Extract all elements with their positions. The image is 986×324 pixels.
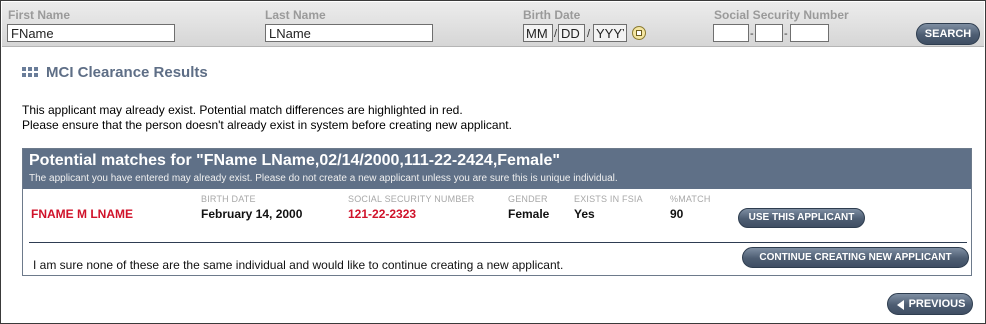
date-separator: / (587, 28, 591, 40)
column-header-ssn: SOCIAL SECURITY NUMBER (348, 194, 475, 204)
use-this-applicant-button[interactable]: USE THIS APPLICANT (738, 208, 865, 228)
results-panel: Potential matches for "FName LName,02/14… (22, 148, 972, 276)
intro-line-2: Please ensure that the person doesn't al… (22, 118, 512, 132)
match-ssn: 121-22-2323 (348, 207, 417, 221)
first-name-input[interactable] (7, 24, 175, 42)
continue-creating-button[interactable]: CONTINUE CREATING NEW APPLICANT (742, 247, 969, 268)
match-exists: Yes (574, 207, 595, 221)
search-bar: First Name Last Name Birth Date / / Soci… (2, 2, 984, 47)
ssn-part2-input[interactable] (755, 24, 783, 42)
birth-year-input[interactable] (593, 24, 627, 42)
results-subtitle: The applicant you have entered may alrea… (29, 173, 618, 184)
column-header-birth-date: BIRTH DATE (201, 194, 256, 204)
match-percent: 90 (670, 207, 684, 221)
column-header-match: %MATCH (670, 194, 711, 204)
intro-line-1: This applicant may already exist. Potent… (22, 103, 463, 117)
match-name: FNAME M LNAME (31, 207, 133, 221)
birth-day-input[interactable] (558, 24, 585, 42)
page-title: MCI Clearance Results (46, 64, 208, 81)
divider (29, 242, 967, 243)
match-gender: Female (508, 207, 550, 221)
ssn-part1-input[interactable] (713, 24, 749, 42)
confirm-text: I am sure none of these are the same ind… (33, 258, 564, 272)
previous-button[interactable]: PREVIOUS (887, 293, 973, 315)
results-title: Potential matches for "FName LName,02/14… (29, 152, 560, 169)
ssn-label: Social Security Number (714, 8, 849, 22)
arrow-left-icon (897, 300, 904, 310)
calendar-icon[interactable] (632, 26, 646, 40)
previous-label: PREVIOUS (908, 298, 966, 310)
last-name-label: Last Name (265, 8, 326, 22)
ssn-separator: - (750, 28, 754, 40)
column-header-gender: GENDER (508, 194, 548, 204)
last-name-input[interactable] (265, 24, 433, 42)
date-separator: / (554, 28, 558, 40)
column-header-exists: EXISTS IN FSIA (574, 194, 643, 204)
ssn-separator: - (784, 28, 788, 40)
app-frame: First Name Last Name Birth Date / / Soci… (0, 0, 986, 324)
ssn-part3-input[interactable] (790, 24, 829, 42)
search-button[interactable]: SEARCH (916, 23, 980, 45)
birth-month-input[interactable] (523, 24, 553, 42)
match-birth-date: February 14, 2000 (201, 207, 303, 221)
results-header: Potential matches for "FName LName,02/14… (23, 149, 971, 189)
first-name-label: First Name (8, 8, 71, 22)
birth-date-label: Birth Date (523, 8, 581, 22)
grid-icon (22, 67, 38, 78)
